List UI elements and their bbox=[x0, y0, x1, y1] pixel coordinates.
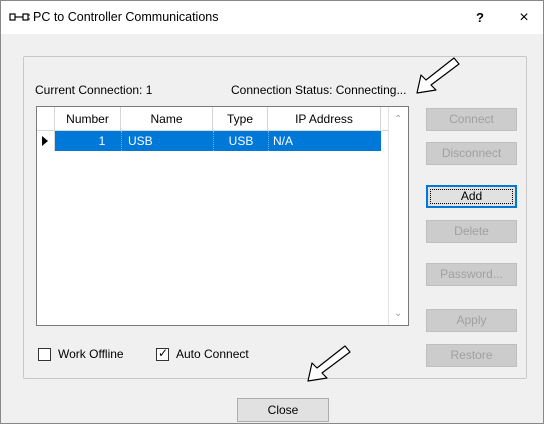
row-selector[interactable] bbox=[37, 131, 55, 151]
scroll-up-icon[interactable]: ⌃ bbox=[394, 114, 402, 125]
restore-button[interactable]: Restore bbox=[426, 344, 517, 367]
window-title: PC to Controller Communications bbox=[33, 10, 219, 24]
cell-type[interactable]: USB bbox=[213, 131, 268, 151]
cell-name[interactable]: USB bbox=[121, 131, 213, 151]
current-connection-label: Current Connection: 1 bbox=[35, 83, 153, 97]
window-close-button[interactable]: × bbox=[509, 1, 539, 34]
current-row-arrow-icon bbox=[42, 136, 48, 146]
password-button[interactable]: Password... bbox=[426, 263, 517, 286]
annotation-arrow-icon bbox=[416, 57, 460, 94]
add-button[interactable]: Add bbox=[426, 185, 517, 208]
work-offline-label[interactable]: Work Offline bbox=[58, 347, 124, 361]
row-header-corner bbox=[37, 107, 55, 131]
connection-plug-icon bbox=[9, 13, 30, 21]
help-button[interactable]: ? bbox=[465, 1, 495, 34]
column-header-ip-address[interactable]: IP Address bbox=[268, 107, 381, 131]
checkmark-icon: ✓ bbox=[158, 346, 169, 360]
connections-table[interactable]: Number Name Type IP Address 1 USB USB N/… bbox=[36, 106, 409, 326]
dialog-window: PC to Controller Communications ? × Curr… bbox=[0, 0, 544, 424]
cell-number[interactable]: 1 bbox=[55, 131, 121, 151]
table-header: Number Name Type IP Address bbox=[37, 107, 388, 131]
title-bar: PC to Controller Communications ? × bbox=[1, 1, 543, 34]
column-header-type[interactable]: Type bbox=[213, 107, 268, 131]
annotation-arrow-icon bbox=[307, 345, 351, 382]
auto-connect-checkbox[interactable]: ✓ bbox=[156, 346, 169, 361]
disconnect-button[interactable]: Disconnect bbox=[426, 142, 517, 165]
close-button[interactable]: Close bbox=[237, 398, 329, 422]
vertical-scrollbar[interactable]: ⌃ ⌄ bbox=[388, 107, 408, 325]
connection-status-label: Connection Status: Connecting... bbox=[231, 83, 407, 97]
column-header-name[interactable]: Name bbox=[121, 107, 213, 131]
apply-button[interactable]: Apply bbox=[426, 309, 517, 332]
delete-button[interactable]: Delete bbox=[426, 220, 517, 243]
work-offline-checkbox[interactable] bbox=[38, 348, 51, 361]
connect-button[interactable]: Connect bbox=[426, 108, 517, 131]
table-row[interactable]: 1 USB USB N/A bbox=[37, 131, 388, 151]
cell-ip-address[interactable]: N/A bbox=[268, 131, 381, 151]
column-header-number[interactable]: Number bbox=[55, 107, 121, 131]
auto-connect-label[interactable]: Auto Connect bbox=[176, 347, 249, 361]
scroll-down-icon[interactable]: ⌄ bbox=[394, 308, 402, 319]
